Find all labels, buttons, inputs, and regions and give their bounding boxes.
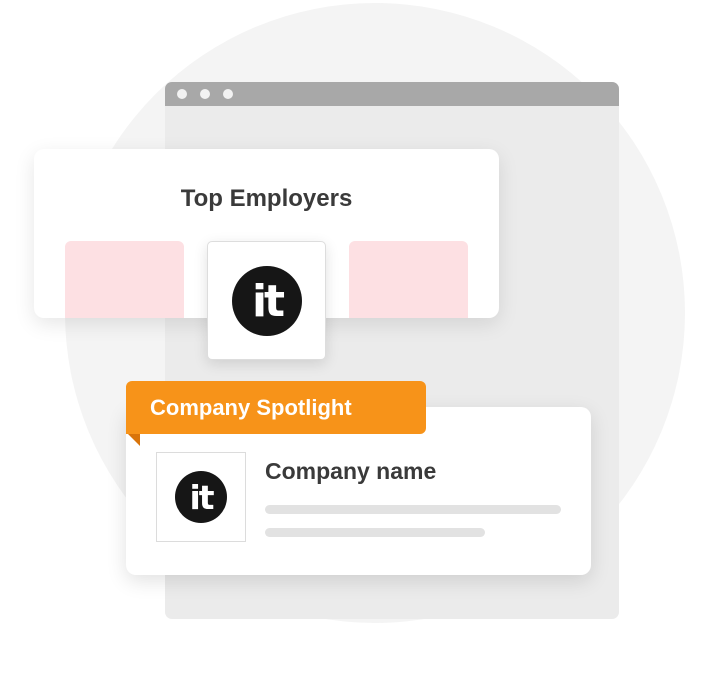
- it-logo-icon: it: [175, 471, 227, 523]
- window-dot-icon: [200, 89, 210, 99]
- employer-logo-tile[interactable]: it: [207, 241, 326, 360]
- employer-placeholder-tile: [65, 241, 184, 318]
- company-logo-tile[interactable]: it: [156, 452, 246, 542]
- browser-title-bar: [165, 82, 619, 106]
- company-name: Company name: [265, 458, 437, 484]
- employer-placeholder-tile: [349, 241, 468, 318]
- company-spotlight-tab: Company Spotlight: [126, 381, 426, 434]
- spotlight-tab-fold: [126, 432, 140, 446]
- it-logo-text: it: [189, 477, 214, 517]
- description-placeholder-line: [265, 505, 561, 514]
- window-dot-icon: [177, 89, 187, 99]
- top-employers-title: Top Employers: [180, 185, 353, 212]
- it-logo-text: it: [251, 275, 285, 327]
- it-logo-icon: it: [232, 266, 302, 336]
- description-placeholder-line: [265, 528, 485, 537]
- window-dot-icon: [223, 89, 233, 99]
